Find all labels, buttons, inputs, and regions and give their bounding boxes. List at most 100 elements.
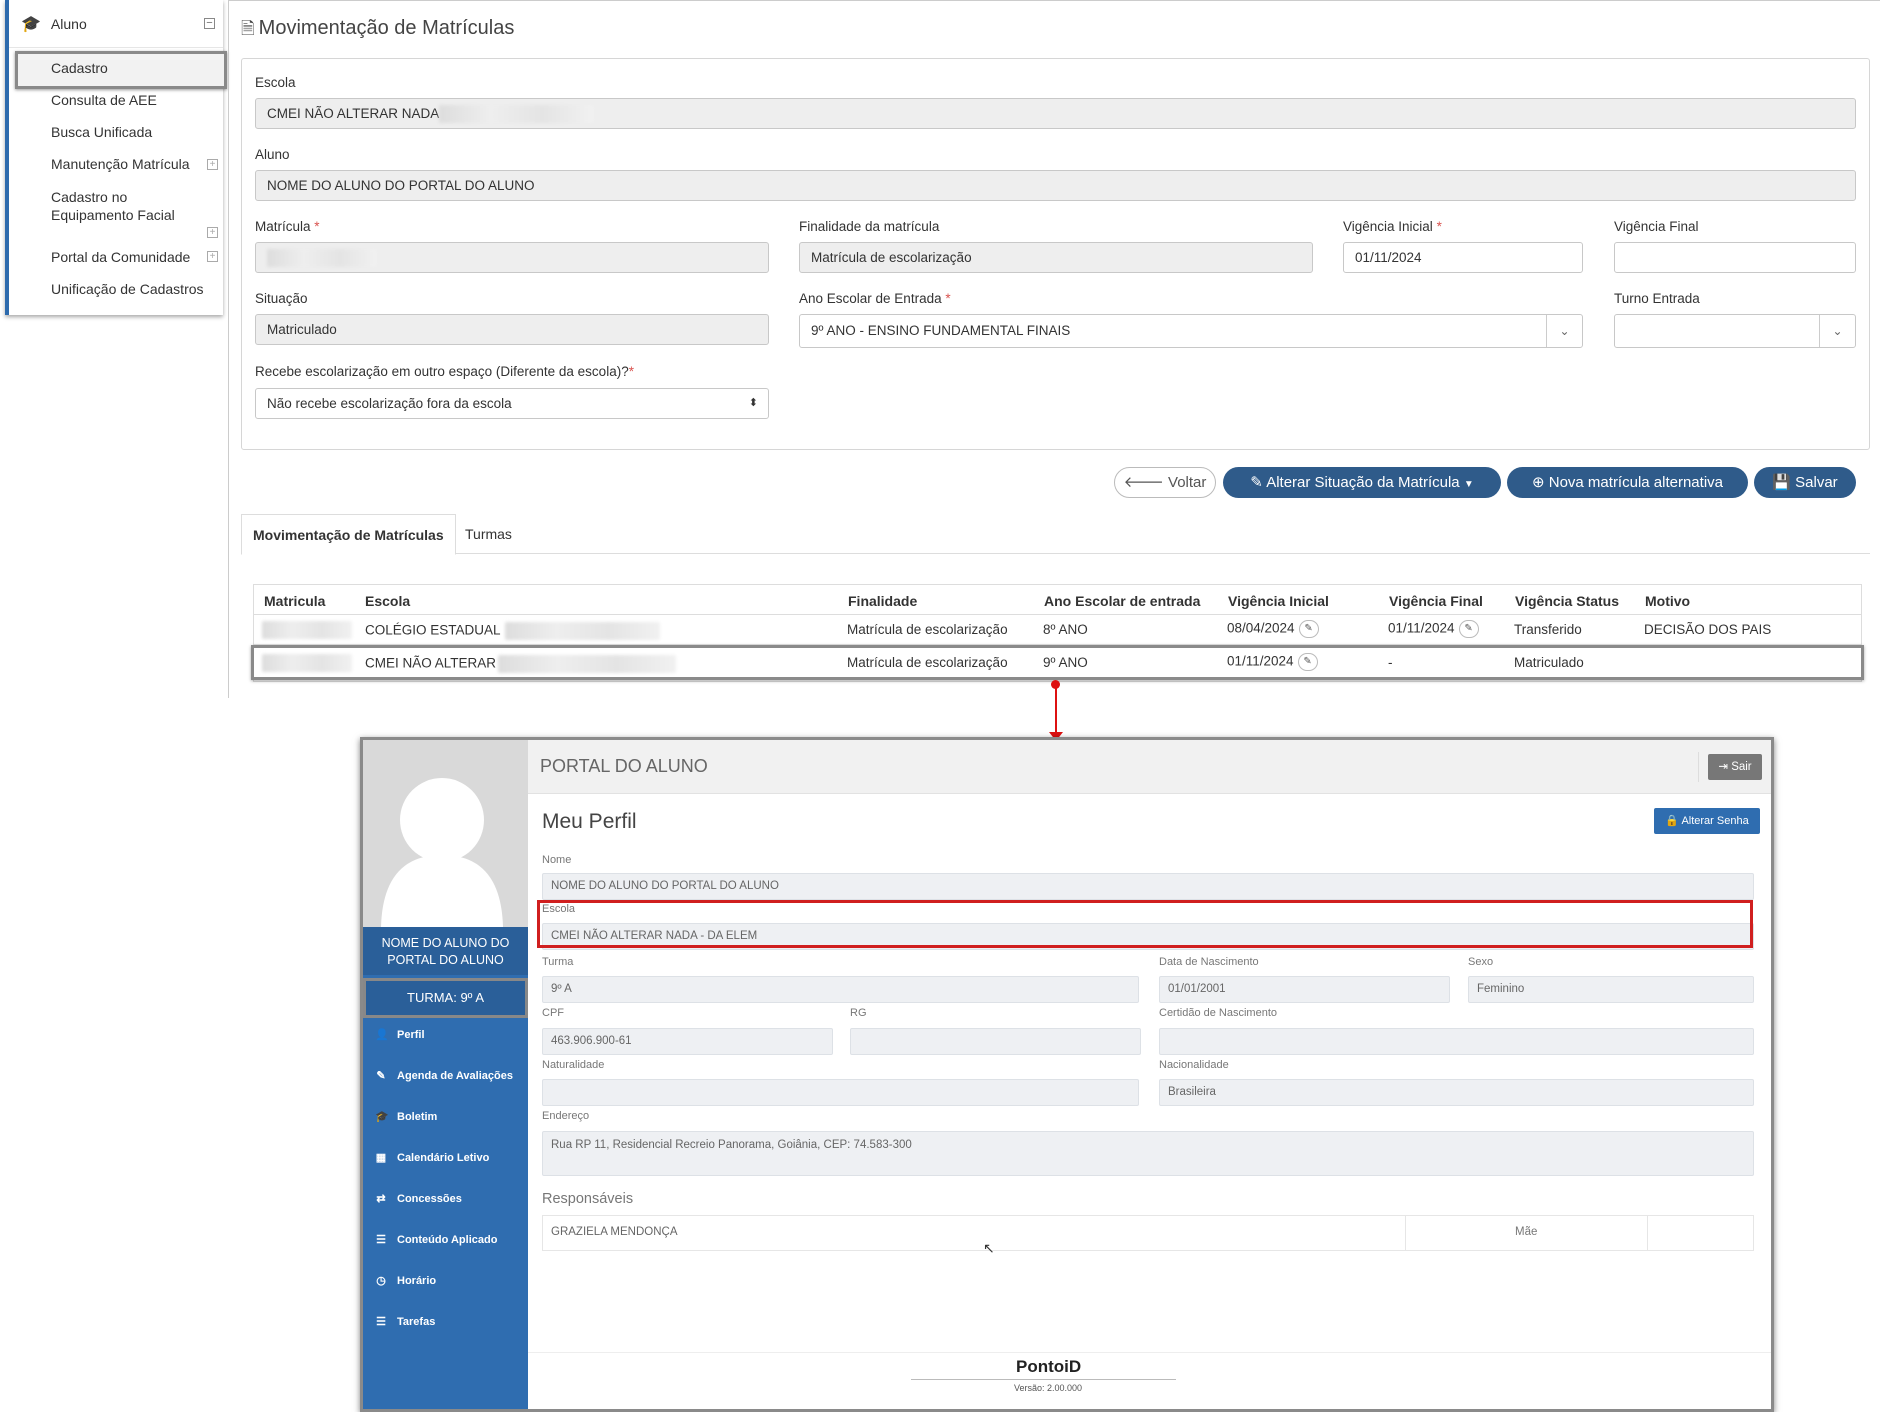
matricula-app: 🎓 Aluno − Cadastro Consulta de AEE Busca… xyxy=(0,0,1885,700)
matricula-label: Matrícula * xyxy=(255,219,320,234)
menu-tarefas[interactable]: ☰ Tarefas xyxy=(375,1315,435,1329)
menu-agenda[interactable]: ✎ Agenda de Avaliações xyxy=(375,1069,513,1083)
sign-out-icon: ⇥ xyxy=(1718,761,1728,773)
escola-highlight-box xyxy=(537,900,1753,948)
table-cell: 9º ANO xyxy=(1043,655,1088,670)
certidao-field xyxy=(1159,1028,1754,1055)
sidebar-selected-highlight xyxy=(15,51,227,89)
sidebar-item-cadastro[interactable]: Cadastro xyxy=(51,60,108,76)
nascimento-label: Data de Nascimento xyxy=(1159,956,1259,968)
vigencia-final-input[interactable] xyxy=(1614,242,1856,273)
sidebar-section-aluno[interactable]: 🎓 Aluno − xyxy=(9,0,223,48)
version-text: Versão: 2.00.000 xyxy=(1014,1383,1083,1393)
sidebar-item-unificacao[interactable]: Unificação de Cadastros xyxy=(51,281,204,297)
sidebar-item-manutencao-matricula[interactable]: Manutenção Matrícula xyxy=(51,156,190,172)
naturalidade-label: Naturalidade xyxy=(542,1059,605,1071)
aluno-field: NOME DO ALUNO DO PORTAL DO ALUNO xyxy=(255,170,1856,201)
table-cell: - xyxy=(1388,655,1393,670)
menu-concessoes[interactable]: ⇄ Concessões xyxy=(375,1192,461,1206)
sort-arrows-icon: ⬍ xyxy=(748,397,758,409)
turno-select[interactable]: ⌄ xyxy=(1614,314,1856,348)
table-row[interactable] xyxy=(262,654,352,672)
vigencia-inicial-input[interactable]: 01/11/2024 xyxy=(1343,242,1583,273)
recebe-select[interactable]: Não recebe escolarização fora da escola … xyxy=(255,388,769,419)
voltar-button[interactable]: 🡐 Voltar xyxy=(1114,467,1216,498)
sidebar-item-consulta-aee[interactable]: Consulta de AEE xyxy=(51,92,157,108)
portal-title: PORTAL DO ALUNO xyxy=(540,756,708,776)
vigencia-final-label: Vigência Final xyxy=(1614,219,1699,234)
table-row[interactable] xyxy=(262,621,352,639)
nova-matricula-button[interactable]: ⊕ Nova matrícula alternativa xyxy=(1507,467,1748,498)
divider xyxy=(1647,1216,1648,1250)
situacao-label: Situação xyxy=(255,291,308,306)
endereco-field: Rua RP 11, Residencial Recreio Panorama,… xyxy=(542,1131,1754,1176)
sidebar-item-busca-unificada[interactable]: Busca Unificada xyxy=(51,124,152,140)
responsavel-nome: GRAZIELA MENDONÇA xyxy=(551,1226,678,1238)
table-header: Vigência Inicial xyxy=(1228,593,1329,609)
menu-horario[interactable]: ◷ Horário xyxy=(375,1274,436,1288)
certidao-label: Certidão de Nascimento xyxy=(1159,1007,1278,1019)
chevron-down-icon: ⌄ xyxy=(1819,315,1855,347)
caret-down-icon: ▼ xyxy=(1463,479,1474,490)
responsaveis-table: GRAZIELA MENDONÇA Mãe xyxy=(542,1215,1754,1251)
page-title: 🗎 Movimentação de Matrículas xyxy=(241,17,515,39)
tab-movimentacao[interactable]: Movimentação de Matrículas xyxy=(241,514,456,555)
nascimento-field: 01/01/2001 xyxy=(1159,976,1450,1003)
table-cell: Matrícula de escolarização xyxy=(847,655,1008,670)
responsaveis-label: Responsáveis xyxy=(542,1191,634,1207)
rg-field xyxy=(850,1028,1141,1055)
portal-sidebar: NOME DO ALUNO DO PORTAL DO ALUNO TURMA: … xyxy=(363,740,528,1409)
chevron-down-icon: ⌄ xyxy=(1546,315,1582,347)
escola-label: Escola xyxy=(255,75,296,90)
table-header: Motivo xyxy=(1645,593,1691,609)
cpf-label: CPF xyxy=(542,1007,564,1019)
tab-turmas[interactable]: Turmas xyxy=(454,514,523,555)
portal-footer: PontoiD Versão: 2.00.000 xyxy=(528,1352,1771,1409)
matricula-field xyxy=(255,242,769,273)
expand-icon[interactable]: + xyxy=(207,159,218,170)
recebe-label: Recebe escolarização em outro espaço (Di… xyxy=(255,364,634,379)
menu-perfil[interactable]: 👤 Perfil xyxy=(375,1028,425,1042)
profile-heading: Meu Perfil xyxy=(542,810,637,833)
sidebar-item-portal-comunidade[interactable]: Portal da Comunidade xyxy=(51,249,190,265)
menu-calendario[interactable]: ▦ Calendário Letivo xyxy=(375,1151,490,1165)
edit-icon: ✎ xyxy=(376,1070,386,1082)
turma-field: 9º A xyxy=(542,976,1139,1003)
table-cell: CMEI NÃO ALTERAR xyxy=(365,655,677,673)
naturalidade-field xyxy=(542,1079,1139,1106)
turno-label: Turno Entrada xyxy=(1614,291,1700,306)
salvar-button[interactable]: 💾 Salvar xyxy=(1754,467,1856,498)
table-cell: 8º ANO xyxy=(1043,622,1088,637)
collapse-icon[interactable]: − xyxy=(204,18,215,29)
sair-button[interactable]: ⇥ Sair xyxy=(1708,754,1762,780)
sidebar-item-equipamento-facial[interactable]: Cadastro no Equipamento Facial xyxy=(51,188,211,224)
expand-icon[interactable]: + xyxy=(207,227,218,238)
situacao-field: Matriculado xyxy=(255,314,769,345)
table-header: Ano Escolar de entrada xyxy=(1044,593,1201,609)
table-header: Finalidade xyxy=(848,593,918,609)
edit-icon[interactable]: ✎ xyxy=(1298,620,1319,638)
menu-conteudo[interactable]: ☰ Conteúdo Aplicado xyxy=(375,1233,497,1247)
connector-line xyxy=(1055,686,1057,736)
nacionalidade-label: Nacionalidade xyxy=(1159,1059,1229,1071)
nacionalidade-field: Brasileira xyxy=(1159,1079,1754,1106)
sexo-label: Sexo xyxy=(1468,956,1494,968)
table-header: Vigência Status xyxy=(1515,593,1620,609)
ano-escolar-select[interactable]: 9º ANO - ENSINO FUNDAMENTAL FINAIS ⌄ xyxy=(799,314,1583,348)
edit-icon: ✎ xyxy=(1250,474,1263,491)
edit-icon[interactable]: ✎ xyxy=(1297,653,1318,671)
endereco-label: Endereço xyxy=(542,1110,590,1122)
tab-bar: Movimentação de Matrículas Turmas xyxy=(241,514,1870,555)
nome-label: Nome xyxy=(542,854,572,866)
document-icon: 🗎 xyxy=(241,19,255,38)
edit-icon[interactable]: ✎ xyxy=(1458,620,1479,638)
vigencia-inicial-label: Vigência Inicial * xyxy=(1343,219,1442,234)
menu-boletim[interactable]: 🎓 Boletim xyxy=(375,1110,437,1124)
expand-icon[interactable]: + xyxy=(207,251,218,262)
alterar-senha-button[interactable]: 🔒 Alterar Senha xyxy=(1654,808,1760,834)
rg-label: RG xyxy=(850,1007,867,1019)
finalidade-field: Matrícula de escolarização xyxy=(799,242,1313,273)
responsavel-parentesco: Mãe xyxy=(1515,1226,1538,1238)
redacted-text xyxy=(262,654,352,672)
alterar-situacao-button[interactable]: ✎ Alterar Situação da Matrícula ▼ xyxy=(1223,467,1501,498)
